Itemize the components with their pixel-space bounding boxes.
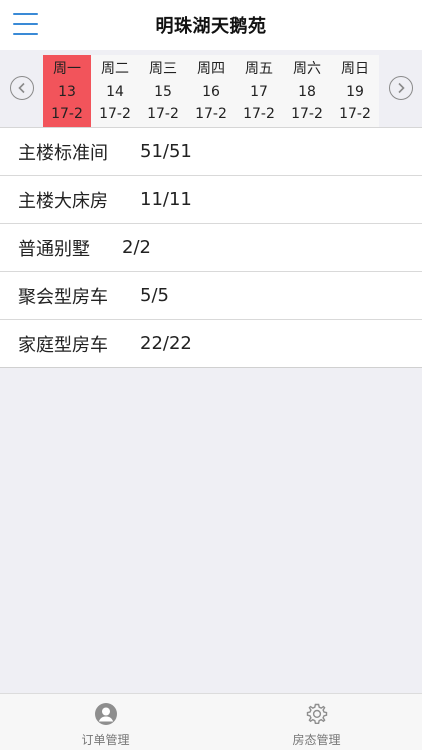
- day-weekday: 周一: [53, 61, 81, 77]
- day-date: 13: [58, 83, 76, 100]
- day-cell-2[interactable]: 周三 15 17-2: [139, 55, 187, 127]
- room-name: 主楼大床房: [18, 190, 108, 212]
- nav-bar: 明珠湖天鹅苑: [0, 0, 422, 50]
- room-type-list: 主楼标准间 51/51 主楼大床房 11/11 普通别墅 2/2 聚会型房车 5…: [0, 128, 422, 368]
- tab-bar: 订单管理 房态管理: [0, 693, 422, 750]
- day-weekday: 周三: [149, 61, 177, 77]
- day-date: 14: [106, 83, 124, 100]
- day-weekday: 周日: [341, 61, 369, 77]
- day-cell-0[interactable]: 周一 13 17-2: [43, 55, 91, 127]
- menu-icon-line: [13, 23, 38, 25]
- room-row[interactable]: 普通别墅 2/2: [0, 224, 422, 272]
- tab-room-status[interactable]: 房态管理: [211, 694, 422, 750]
- tab-label: 房态管理: [292, 733, 341, 747]
- chevron-right-circle-icon[interactable]: [389, 76, 413, 100]
- room-name: 普通别墅: [18, 238, 90, 260]
- day-status: 17-2: [51, 106, 83, 122]
- room-row[interactable]: 家庭型房车 22/22: [0, 320, 422, 368]
- room-count: 22/22: [140, 333, 192, 354]
- day-status: 17-2: [243, 106, 275, 122]
- chevron-left-icon: [18, 82, 25, 94]
- day-status: 17-2: [147, 106, 179, 122]
- day-weekday: 周四: [197, 61, 225, 77]
- room-name: 家庭型房车: [18, 334, 108, 356]
- day-date: 15: [154, 83, 172, 100]
- room-row[interactable]: 主楼大床房 11/11: [0, 176, 422, 224]
- day-cell-3[interactable]: 周四 16 17-2: [187, 55, 235, 127]
- tab-label: 订单管理: [81, 733, 130, 747]
- day-cell-4[interactable]: 周五 17 17-2: [235, 55, 283, 127]
- room-name: 主楼标准间: [18, 142, 108, 164]
- chevron-left-circle-icon[interactable]: [10, 76, 34, 100]
- day-date: 18: [298, 83, 316, 100]
- person-icon: [94, 702, 118, 726]
- day-weekday: 周五: [245, 61, 273, 77]
- room-row[interactable]: 主楼标准间 51/51: [0, 128, 422, 176]
- day-status: 17-2: [195, 106, 227, 122]
- page-title: 明珠湖天鹅苑: [155, 16, 267, 37]
- day-cell-1[interactable]: 周二 14 17-2: [91, 55, 139, 127]
- day-date: 16: [202, 83, 220, 100]
- gear-icon: [305, 702, 329, 726]
- menu-icon[interactable]: [13, 13, 38, 35]
- menu-icon-line: [13, 33, 38, 35]
- day-status: 17-2: [339, 106, 371, 122]
- room-count: 5/5: [140, 285, 169, 306]
- menu-icon-line: [13, 13, 38, 15]
- room-name: 聚会型房车: [18, 286, 108, 308]
- week-calendar: 周一 13 17-2 周二 14 17-2 周三 15 17-2 周四 16 1…: [0, 50, 422, 128]
- room-count: 2/2: [122, 237, 151, 258]
- day-status: 17-2: [99, 106, 131, 122]
- room-count: 51/51: [140, 141, 192, 162]
- chevron-right-icon: [398, 82, 405, 94]
- room-count: 11/11: [140, 189, 192, 210]
- day-status: 17-2: [291, 106, 323, 122]
- day-weekday: 周二: [101, 61, 129, 77]
- day-cell-5[interactable]: 周六 18 17-2: [283, 55, 331, 127]
- day-weekday: 周六: [293, 61, 321, 77]
- room-row[interactable]: 聚会型房车 5/5: [0, 272, 422, 320]
- day-strip: 周一 13 17-2 周二 14 17-2 周三 15 17-2 周四 16 1…: [43, 55, 379, 127]
- day-date: 19: [346, 83, 364, 100]
- day-cell-6[interactable]: 周日 19 17-2: [331, 55, 379, 127]
- tab-orders[interactable]: 订单管理: [0, 694, 211, 750]
- day-date: 17: [250, 83, 268, 100]
